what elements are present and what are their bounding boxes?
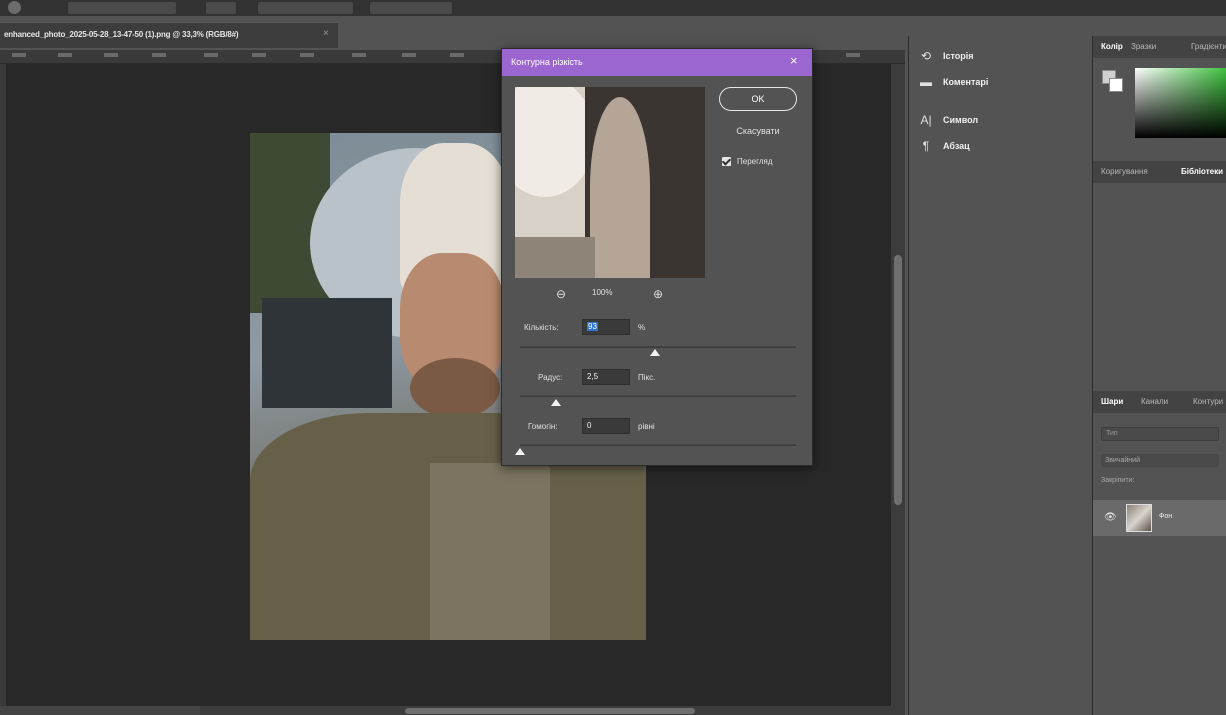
tab-swatches[interactable]: Зразки [1131,42,1156,51]
tab-color[interactable]: Колір [1101,42,1123,51]
ruler-tick [450,53,464,57]
menu-item[interactable] [258,2,353,14]
panel-item-paragraph[interactable]: ¶ Абзац [919,137,970,155]
color-panel-tabs: Колір Зразки Градієнти [1093,36,1226,58]
tab-libraries[interactable]: Бібліотеки [1181,167,1223,176]
zoom-in-icon[interactable]: ⊕ [650,287,666,301]
panel-item-history[interactable]: ⟲ Історія [919,47,974,65]
panel-item-label: Абзац [943,141,970,151]
zoom-out-icon[interactable]: ⊖ [553,287,569,301]
ruler-tick [12,53,26,57]
color-picker-field[interactable] [1135,68,1226,138]
photo-vehicle-part [262,298,392,408]
tab-layers[interactable]: Шари [1101,397,1123,406]
preview-ear [590,97,650,278]
panel-item-label: Символ [943,115,979,125]
ruler-tick [846,53,860,57]
panel-item-character[interactable]: A| Символ [919,111,978,129]
ruler-tick [204,53,218,57]
comment-icon: ▬ [920,75,932,89]
background-color-swatch[interactable] [1109,78,1123,92]
blend-mode-select[interactable]: Звичайний [1101,454,1219,467]
ruler-tick [352,53,366,57]
layer-name: Фон [1159,513,1173,520]
radius-unit: Пікс. [638,373,656,382]
status-bar [0,706,200,715]
panel-item-label: Історія [943,51,974,61]
layer-lock-label: Закріпити: [1101,477,1135,484]
close-icon[interactable]: × [790,54,798,68]
panel-dock-left: ⟲ Історія ▬ Коментарі A| Символ ¶ Абзац [908,36,1090,715]
menu-item[interactable] [68,2,176,14]
horizontal-scrollbar-thumb[interactable] [405,708,695,714]
menu-item[interactable] [206,2,236,14]
radius-label: Радус: [538,373,563,382]
ruler-tick [300,53,314,57]
tab-adjustments[interactable]: Коригування [1101,167,1148,176]
document-tab-title: enhanced_photo_2025-05-28_13-47-50 (1).p… [4,30,239,39]
radius-input[interactable]: 2,5 [582,369,630,385]
filter-preview[interactable] [515,87,705,278]
amount-input[interactable]: 93 [582,319,630,335]
radius-slider-track[interactable] [520,395,796,397]
vertical-scrollbar-thumb[interactable] [894,255,902,505]
amount-slider-track[interactable] [520,346,796,348]
ruler-tick [152,53,166,57]
photo-beard [410,358,500,418]
tab-channels[interactable]: Канали [1141,397,1168,406]
amount-slider-thumb[interactable] [650,349,661,356]
dialog-title-bar[interactable]: Контурна різкість × [502,49,812,76]
character-icon: A| [920,113,932,127]
threshold-slider-track[interactable] [520,444,796,446]
eye-icon[interactable]: 👁 [1104,512,1117,523]
photoshop-window: enhanced_photo_2025-05-28_13-47-50 (1).p… [0,0,1226,715]
amount-label: Кількість: [524,323,559,332]
amount-unit: % [638,323,646,332]
threshold-unit: рівні [638,422,655,431]
close-icon[interactable]: × [323,28,329,39]
layer-search-input[interactable]: Тип [1101,427,1219,441]
history-icon: ⟲ [920,49,932,63]
unsharp-mask-dialog: Контурна різкість × OK Скасувати Перегля… [501,48,813,466]
adjustments-panel-tabs: Коригування Бібліотеки [1093,161,1226,183]
color-swatches[interactable] [1102,70,1124,94]
tab-gradients[interactable]: Градієнти [1191,42,1226,51]
ok-button[interactable]: OK [719,87,797,111]
menu-item[interactable] [370,2,452,14]
menu-bar [0,0,1226,16]
layer-row[interactable]: 👁 Фон [1093,500,1226,536]
panel-item-comments[interactable]: ▬ Коментарі [919,73,988,91]
dialog-title: Контурна різкість [511,57,583,67]
ruler-tick [58,53,72,57]
ruler-tick [402,53,416,57]
threshold-slider-thumb[interactable] [515,448,525,455]
preview-lower [515,237,595,278]
amount-value: 93 [587,322,598,331]
cancel-button[interactable]: Скасувати [719,121,797,141]
preview-checkbox-label: Перегляд [737,157,773,166]
ruler-tick [104,53,118,57]
preview-checkbox[interactable]: Перегляд [722,157,773,166]
panel-item-label: Коментарі [943,77,989,87]
threshold-label: Гомогін: [528,422,558,431]
ruler-tick [252,53,266,57]
panel-dock-right: Колір Зразки Градієнти Коригування Біблі… [1092,36,1226,715]
paragraph-icon: ¶ [922,139,930,153]
radius-slider-thumb[interactable] [550,399,561,406]
app-logo-icon [8,1,21,14]
threshold-input[interactable]: 0 [582,418,630,434]
document-tab[interactable]: enhanced_photo_2025-05-28_13-47-50 (1).p… [0,22,338,48]
checkbox-checked-icon[interactable] [722,157,731,166]
photo-shirt [430,463,550,640]
layers-panel-tabs: Шари Канали Контури [1093,391,1226,413]
layer-thumbnail [1126,504,1152,532]
zoom-level: 100% [592,288,613,297]
tab-paths[interactable]: Контури [1193,397,1223,406]
